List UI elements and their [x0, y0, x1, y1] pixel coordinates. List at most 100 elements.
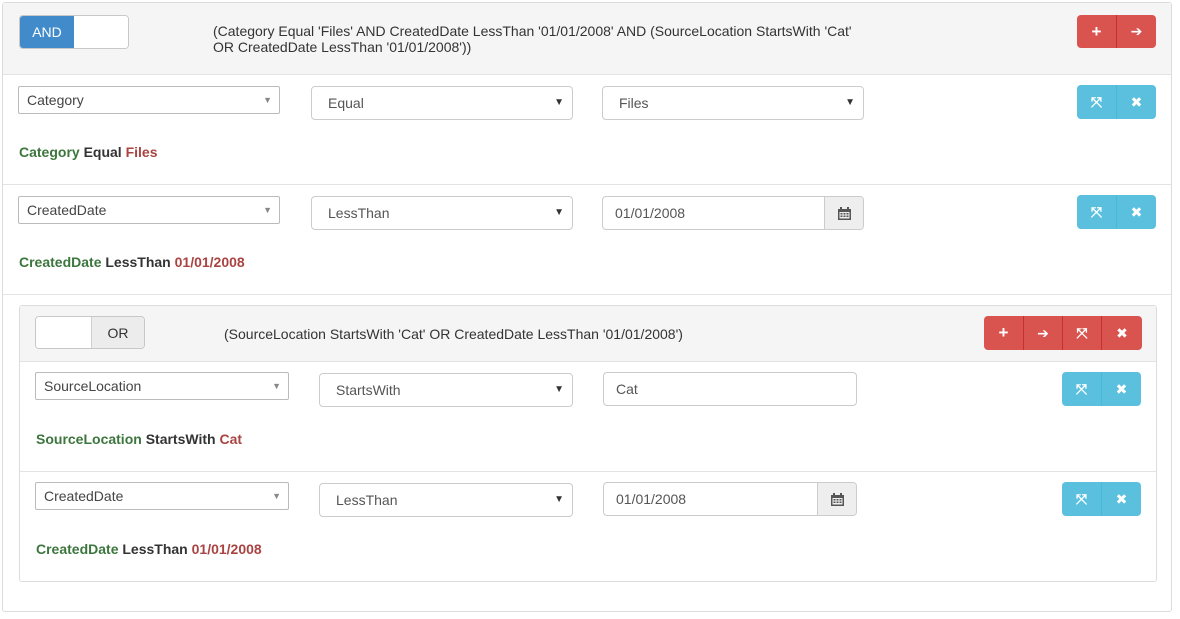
rule-actions: ⤧ ✖: [1077, 85, 1156, 119]
close-icon: ✖: [1130, 203, 1143, 220]
and-option-blank[interactable]: [36, 317, 91, 348]
rule-summary: CreatedDate LessThan 01/01/2008: [36, 541, 262, 557]
summary-operator: LessThan: [122, 541, 188, 557]
calendar-icon[interactable]: [824, 197, 863, 229]
chevron-down-icon: ▼: [272, 491, 281, 501]
rule-summary: CreatedDate LessThan 01/01/2008: [19, 254, 245, 270]
rule-row: CreatedDate ▼ LessThan ▼ 01/01/2008 ⤧ ✖: [20, 472, 1156, 582]
field-select[interactable]: CreatedDate ▼: [18, 196, 280, 224]
expand-icon: ⤧: [1075, 490, 1088, 507]
summary-field: SourceLocation: [36, 431, 142, 447]
value-select-value: Files: [619, 95, 649, 111]
close-icon: ✖: [1130, 93, 1143, 110]
field-select[interactable]: Category ▼: [18, 86, 280, 114]
and-or-toggle[interactable]: AND: [19, 15, 129, 49]
nested-group-header: OR (SourceLocation StartsWith 'Cat' OR C…: [20, 306, 1156, 362]
summary-field: CreatedDate: [19, 254, 102, 270]
summary-operator: StartsWith: [145, 431, 216, 447]
delete-rule-button[interactable]: ✖: [1117, 195, 1156, 229]
root-expression: (Category Equal 'Files' AND CreatedDate …: [213, 23, 873, 55]
summary-value: 01/01/2008: [174, 254, 245, 270]
date-input[interactable]: 01/01/2008: [602, 196, 864, 230]
chevron-down-icon: ▼: [554, 384, 564, 395]
chevron-down-icon: ▼: [263, 95, 272, 105]
date-input-value: 01/01/2008: [615, 205, 686, 221]
operator-select-value: Equal: [328, 95, 364, 111]
delete-group-button[interactable]: ✖: [1102, 316, 1142, 350]
expand-icon: ⤧: [1090, 93, 1103, 110]
summary-field: Category: [19, 144, 80, 160]
field-select[interactable]: SourceLocation ▼: [35, 372, 289, 400]
summary-field: CreatedDate: [36, 541, 119, 557]
expand-icon: ⤧: [1075, 380, 1088, 397]
field-select[interactable]: CreatedDate ▼: [35, 482, 289, 510]
delete-rule-button[interactable]: ✖: [1102, 372, 1141, 406]
expand-rule-button[interactable]: ⤧: [1062, 372, 1102, 406]
summary-operator: Equal: [83, 144, 122, 160]
operator-select-value: LessThan: [336, 492, 398, 508]
summary-value: Cat: [219, 431, 243, 447]
rule-summary: Category Equal Files: [19, 144, 158, 160]
expand-rule-button[interactable]: ⤧: [1077, 85, 1117, 119]
calendar-icon[interactable]: [817, 483, 856, 515]
add-rule-button[interactable]: +: [984, 316, 1024, 350]
delete-rule-button[interactable]: ✖: [1102, 482, 1141, 516]
rule-row: CreatedDate ▼ LessThan ▼ 01/01/2008 ⤧ ✖ …: [3, 185, 1171, 295]
chevron-down-icon: ▼: [263, 205, 272, 215]
summary-value: 01/01/2008: [191, 541, 262, 557]
close-icon: ✖: [1115, 380, 1128, 397]
operator-select[interactable]: LessThan ▼: [311, 196, 573, 230]
close-icon: ✖: [1116, 324, 1128, 341]
value-select[interactable]: Files ▼: [602, 86, 864, 120]
add-rule-button[interactable]: +: [1077, 15, 1117, 48]
close-icon: ✖: [1115, 490, 1128, 507]
root-expression-line-1: (Category Equal 'Files' AND CreatedDate …: [213, 23, 852, 39]
or-option-blank[interactable]: [74, 16, 128, 48]
rule-actions: ⤧ ✖: [1062, 372, 1141, 406]
nested-group: OR (SourceLocation StartsWith 'Cat' OR C…: [19, 305, 1157, 582]
root-expression-line-2: OR CreatedDate LessThan '01/01/2008')): [213, 39, 472, 55]
date-input-value: 01/01/2008: [616, 491, 687, 507]
chevron-down-icon: ▼: [554, 97, 564, 108]
expand-icon: ⤧: [1076, 324, 1088, 341]
expand-rule-button[interactable]: ⤧: [1077, 195, 1117, 229]
add-group-button[interactable]: ➔: [1117, 15, 1156, 48]
rule-row: SourceLocation ▼ StartsWith ▼ Cat ⤧ ✖ So…: [20, 362, 1156, 472]
and-option[interactable]: AND: [20, 16, 74, 48]
chevron-down-icon: ▼: [845, 97, 855, 108]
expand-rule-button[interactable]: ⤧: [1062, 482, 1102, 516]
text-input-value: Cat: [616, 381, 638, 397]
rule-actions: ⤧ ✖: [1062, 482, 1141, 516]
summary-value: Files: [125, 144, 158, 160]
share-icon: ➔: [1037, 324, 1049, 341]
rule-row: Category ▼ Equal ▼ Files ▼ ⤧ ✖ Category …: [3, 75, 1171, 185]
operator-select[interactable]: LessThan ▼: [319, 483, 573, 517]
operator-select-value: LessThan: [328, 205, 390, 221]
date-input[interactable]: 01/01/2008: [603, 482, 857, 516]
add-group-button[interactable]: ➔: [1024, 316, 1063, 350]
share-icon: ➔: [1130, 23, 1143, 39]
chevron-down-icon: ▼: [554, 494, 564, 505]
or-option[interactable]: OR: [91, 317, 144, 348]
rule-summary: SourceLocation StartsWith Cat: [36, 431, 242, 447]
operator-select[interactable]: Equal ▼: [311, 86, 573, 120]
field-select-value: SourceLocation: [44, 378, 142, 394]
operator-select-value: StartsWith: [336, 382, 401, 398]
query-builder: AND (Category Equal 'Files' AND CreatedD…: [2, 2, 1172, 612]
plus-icon: +: [1091, 21, 1102, 41]
chevron-down-icon: ▼: [554, 207, 564, 218]
expand-group-button[interactable]: ⤧: [1063, 316, 1102, 350]
root-group-actions: + ➔: [1077, 15, 1156, 48]
rule-actions: ⤧ ✖: [1077, 195, 1156, 229]
delete-rule-button[interactable]: ✖: [1117, 85, 1156, 119]
field-select-value: CreatedDate: [44, 488, 124, 504]
expand-icon: ⤧: [1090, 203, 1103, 220]
text-input[interactable]: Cat: [603, 372, 857, 406]
field-select-value: CreatedDate: [27, 202, 107, 218]
nested-group-actions: + ➔ ⤧ ✖: [984, 316, 1142, 350]
operator-select[interactable]: StartsWith ▼: [319, 373, 573, 407]
summary-operator: LessThan: [105, 254, 171, 270]
root-group-header: AND (Category Equal 'Files' AND CreatedD…: [3, 3, 1171, 75]
nested-expression: (SourceLocation StartsWith 'Cat' OR Crea…: [224, 326, 683, 342]
and-or-toggle[interactable]: OR: [35, 316, 145, 349]
